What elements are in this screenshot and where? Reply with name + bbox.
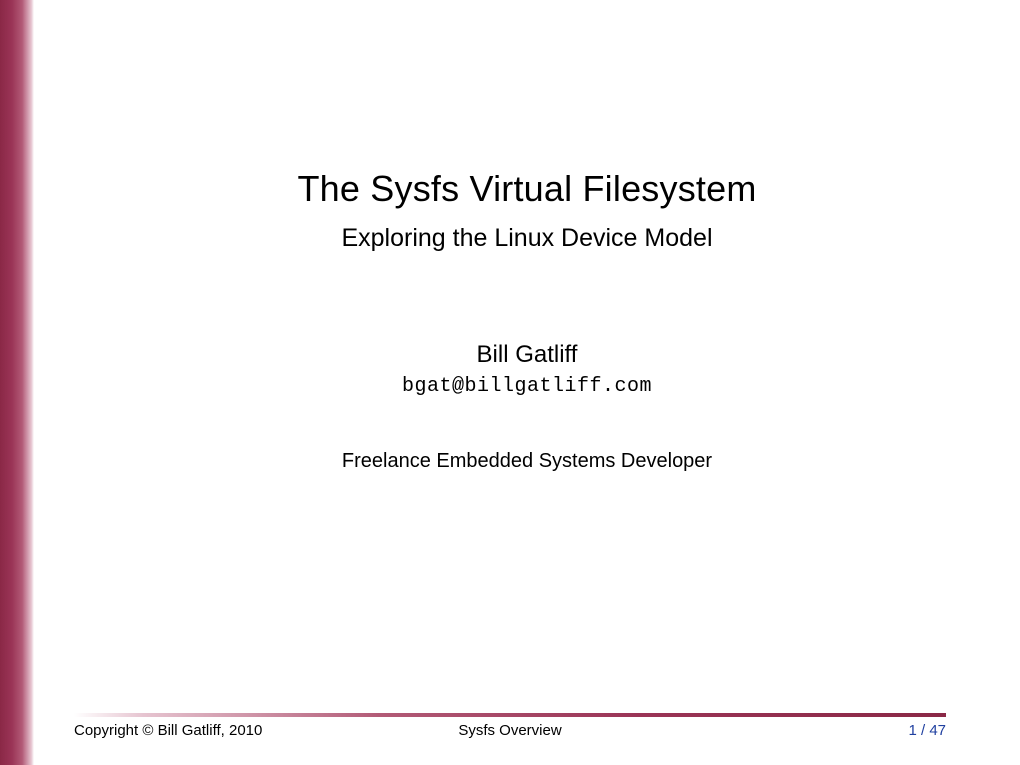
footer-copyright: Copyright © Bill Gatliff, 2010: [74, 722, 365, 739]
author-role: Freelance Embedded Systems Developer: [34, 450, 1020, 473]
author-name: Bill Gatliff: [34, 341, 1020, 369]
footer-section: Sysfs Overview: [365, 722, 656, 739]
sidebar-gradient: [0, 0, 34, 765]
slide-title: The Sysfs Virtual Filesystem: [34, 168, 1020, 210]
footer-page-number: 1 / 47: [655, 722, 946, 739]
slide-subtitle: Exploring the Linux Device Model: [34, 224, 1020, 253]
slide-footer: Copyright © Bill Gatliff, 2010 Sysfs Ove…: [74, 705, 946, 741]
slide-content: The Sysfs Virtual Filesystem Exploring t…: [34, 0, 1020, 765]
author-email: bgat@billgatliff.com: [34, 375, 1020, 398]
